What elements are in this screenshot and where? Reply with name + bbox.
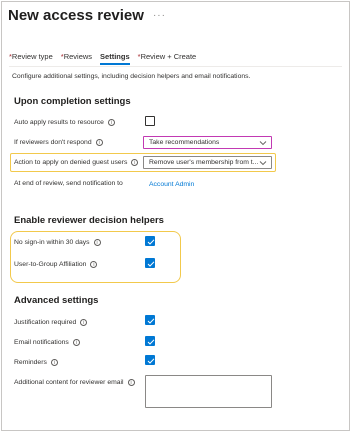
tab-label: Review + Create <box>140 52 197 61</box>
tab-label: Settings <box>100 52 130 61</box>
label-text: Auto apply results to resource <box>14 119 104 126</box>
header: New access review ··· <box>8 7 166 24</box>
additional-content-textarea[interactable] <box>145 375 272 408</box>
completion-section-title: Upon completion settings <box>14 96 131 107</box>
label-text: Action to apply on denied guest users <box>14 159 128 166</box>
notify-recipient-link[interactable]: Account Admin <box>149 181 194 188</box>
tab-bar: *Review type *Reviews Settings *Review +… <box>9 52 196 65</box>
chevron-down-icon <box>259 141 267 146</box>
reminders-label: Reminders i <box>14 359 58 366</box>
tab-settings[interactable]: Settings <box>100 52 130 65</box>
info-icon[interactable]: i <box>80 319 88 326</box>
no-response-label: If reviewers don't respond i <box>14 139 103 146</box>
affiliation-checkbox[interactable] <box>145 258 155 268</box>
auto-apply-label: Auto apply results to resource i <box>14 119 115 126</box>
checkmark-icon <box>147 239 155 245</box>
denied-guest-dropdown[interactable]: Remove user's membership from t... <box>143 156 272 169</box>
denied-guest-label: Action to apply on denied guest users i <box>14 159 139 166</box>
tab-reviews[interactable]: *Reviews <box>61 52 92 65</box>
tab-divider <box>9 66 342 67</box>
email-notifications-label: Email notifications i <box>14 339 80 346</box>
label-text: Additional content for reviewer email <box>14 379 124 386</box>
info-icon[interactable]: i <box>131 159 139 166</box>
tab-review-create[interactable]: *Review + Create <box>138 52 197 65</box>
chevron-down-icon <box>259 161 267 166</box>
tab-review-type[interactable]: *Review type <box>9 52 53 65</box>
tab-label: Review type <box>11 52 53 61</box>
advanced-section-title: Advanced settings <box>14 295 99 306</box>
info-icon[interactable]: i <box>95 139 103 146</box>
info-icon[interactable]: i <box>90 261 98 268</box>
label-text: If reviewers don't respond <box>14 139 92 146</box>
no-response-dropdown[interactable]: Take recommendations <box>143 136 272 149</box>
checkmark-icon <box>147 261 155 267</box>
no-signin-label: No sign-in within 30 days i <box>14 239 101 246</box>
page-description: Configure additional settings, including… <box>12 73 251 80</box>
helpers-section-title: Enable reviewer decision helpers <box>14 215 164 226</box>
label-text: User-to-Group Affiliation <box>14 261 87 268</box>
label-text: No sign-in within 30 days <box>14 239 90 246</box>
checkmark-icon <box>147 358 155 364</box>
checkmark-icon <box>147 318 155 324</box>
more-icon[interactable]: ··· <box>153 10 166 21</box>
email-notifications-checkbox[interactable] <box>145 336 155 346</box>
tab-label: Reviews <box>63 52 93 61</box>
auto-apply-checkbox[interactable] <box>145 116 155 126</box>
justification-label: Justification required i <box>14 319 88 326</box>
dropdown-value: Take recommendations <box>149 139 220 146</box>
info-icon[interactable]: i <box>93 239 101 246</box>
info-icon[interactable]: i <box>72 339 80 346</box>
affiliation-label: User-to-Group Affiliation i <box>14 261 98 268</box>
page-title: New access review <box>8 7 144 24</box>
checkmark-icon <box>147 339 155 345</box>
additional-content-label: Additional content for reviewer email i <box>14 379 135 386</box>
label-text: Reminders <box>14 359 47 366</box>
justification-checkbox[interactable] <box>145 315 155 325</box>
info-icon[interactable]: i <box>107 119 115 126</box>
label-text: Justification required <box>14 319 77 326</box>
label-text: At end of review, send notification to <box>14 180 123 187</box>
info-icon[interactable]: i <box>127 379 135 386</box>
reminders-checkbox[interactable] <box>145 355 155 365</box>
info-icon[interactable]: i <box>50 359 58 366</box>
no-signin-checkbox[interactable] <box>145 236 155 246</box>
label-text: Email notifications <box>14 339 69 346</box>
notify-label: At end of review, send notification to <box>14 180 123 187</box>
dropdown-value: Remove user's membership from t... <box>149 159 259 166</box>
